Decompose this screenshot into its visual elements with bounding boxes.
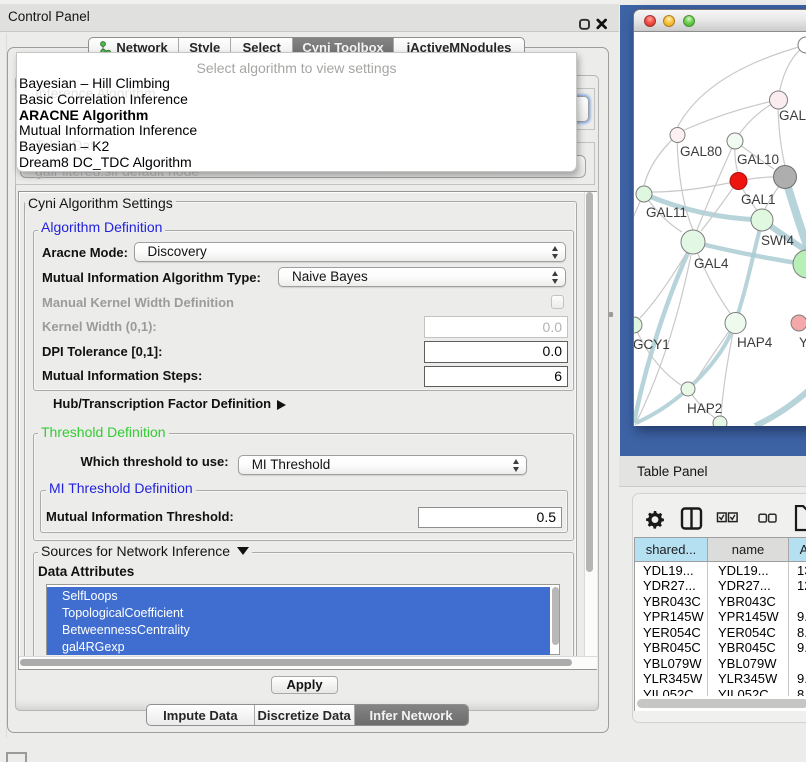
svg-text:GAL80: GAL80 xyxy=(680,144,722,159)
svg-text:SWI4: SWI4 xyxy=(761,233,794,248)
svg-text:HAP2: HAP2 xyxy=(687,401,722,416)
svg-text:HAP4: HAP4 xyxy=(737,335,773,350)
svg-text:GCY1: GCY1 xyxy=(634,337,670,352)
svg-text:GAL4: GAL4 xyxy=(694,256,729,271)
svg-text:GAL1: GAL1 xyxy=(741,192,776,207)
svg-text:Y: Y xyxy=(799,335,806,350)
svg-text:GAL10: GAL10 xyxy=(737,152,779,167)
svg-text:GAL11: GAL11 xyxy=(646,205,687,220)
svg-text:GAL80: GAL80 xyxy=(779,108,806,123)
